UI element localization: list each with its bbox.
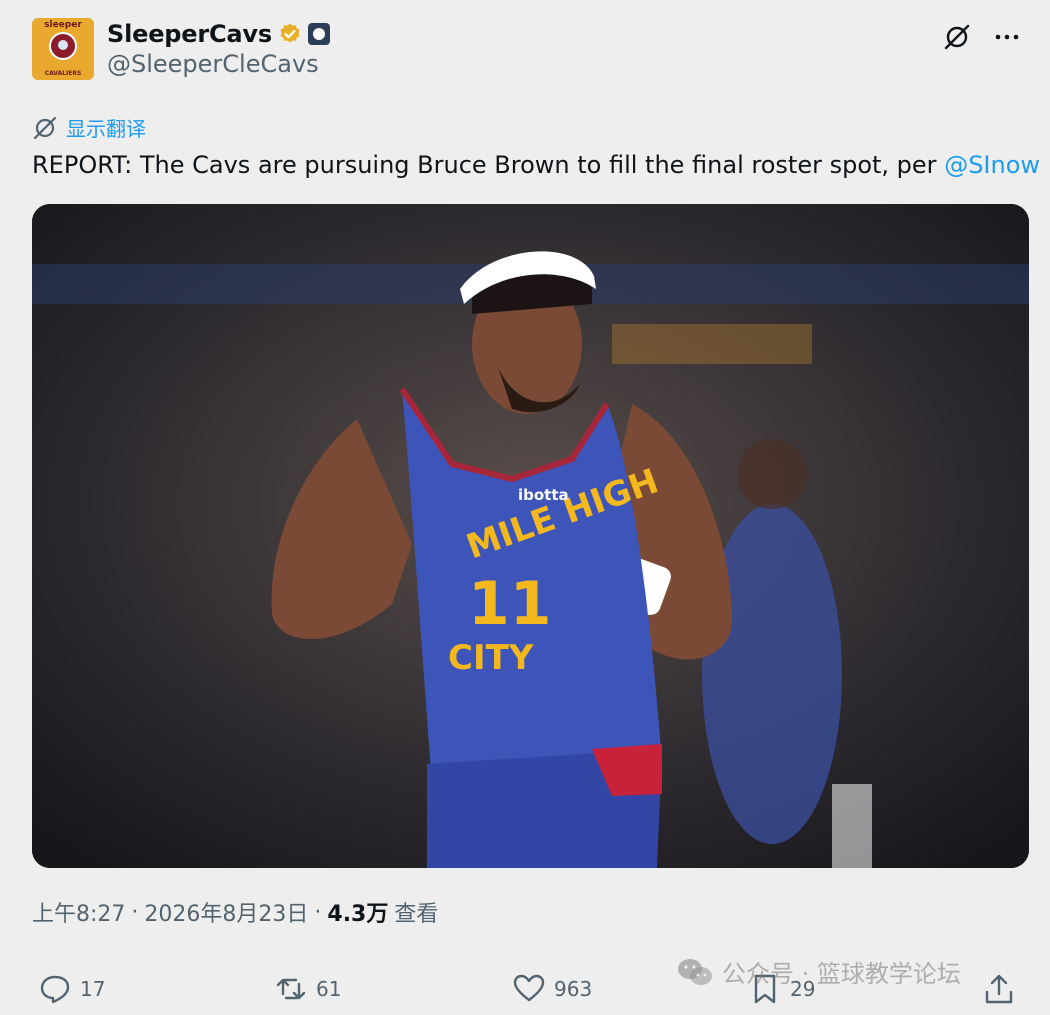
tweet-body: REPORT: The Cavs are pursuing Bruce Brow… — [32, 151, 945, 179]
reply-button[interactable]: 17 — [38, 966, 105, 1012]
reply-icon — [40, 975, 70, 1004]
meta-separator: · — [314, 899, 322, 925]
share-button[interactable] — [982, 966, 1016, 1012]
wechat-watermark: 公众号 · 篮球教学论坛 — [676, 954, 961, 989]
jersey-sponsor: ibotta — [518, 486, 569, 504]
grok-icon[interactable] — [942, 22, 972, 52]
avatar-bottom-text: CAVALIERS — [44, 70, 82, 77]
name-row: SleeperCavs — [107, 18, 330, 50]
meta-separator: · — [131, 899, 139, 925]
photo-player-illustration: MILE HIGH 11 CITY ibotta — [32, 204, 1029, 868]
avatar-ball-logo — [49, 32, 77, 60]
reply-count: 17 — [80, 977, 106, 1001]
view-count: 4.3万 — [327, 902, 389, 927]
more-options-icon[interactable] — [992, 22, 1022, 52]
like-button[interactable]: 963 — [512, 966, 592, 1012]
heart-icon — [513, 974, 545, 1002]
view-label: 查看 — [394, 902, 439, 927]
translate-icon — [33, 116, 57, 139]
top-icons — [942, 22, 1022, 52]
affiliate-badge-icon[interactable] — [307, 23, 330, 45]
tweet-photo[interactable]: MILE HIGH 11 CITY ibotta — [32, 204, 1029, 868]
show-translation-label: 显示翻译 — [66, 117, 146, 141]
tweet-header: sleeper CAVALIERS SleeperCavs @SleeperCl… — [32, 18, 1022, 82]
tweet-time[interactable]: 上午8:27 — [32, 896, 125, 928]
verified-badge-icon[interactable] — [278, 22, 302, 46]
tweet-date[interactable]: 2026年8月23日 — [144, 896, 308, 928]
repost-button[interactable]: 61 — [274, 966, 341, 1012]
share-icon — [985, 974, 1013, 1004]
jersey-number: 11 — [468, 569, 552, 639]
repost-icon — [276, 978, 306, 1000]
show-translation-link[interactable]: 显示翻译 — [32, 113, 146, 142]
like-count: 963 — [554, 977, 593, 1001]
avatar-top-text: sleeper — [44, 20, 82, 30]
tweet-text: REPORT: The Cavs are pursuing Bruce Brow… — [32, 148, 1040, 182]
repost-count: 61 — [316, 977, 342, 1001]
jersey-text-bottom: CITY — [448, 638, 534, 678]
wechat-icon — [678, 958, 712, 985]
watermark-text: 公众号 · 篮球教学论坛 — [722, 960, 961, 988]
tweet-meta: 上午8:27 · 2026年8月23日 · 4.3万 查看 — [32, 896, 438, 928]
handle[interactable]: @SleeperCleCavs — [107, 50, 319, 78]
mention-link[interactable]: @SInow — [944, 151, 1040, 179]
avatar[interactable]: sleeper CAVALIERS — [32, 18, 94, 80]
display-name[interactable]: SleeperCavs — [107, 20, 272, 48]
